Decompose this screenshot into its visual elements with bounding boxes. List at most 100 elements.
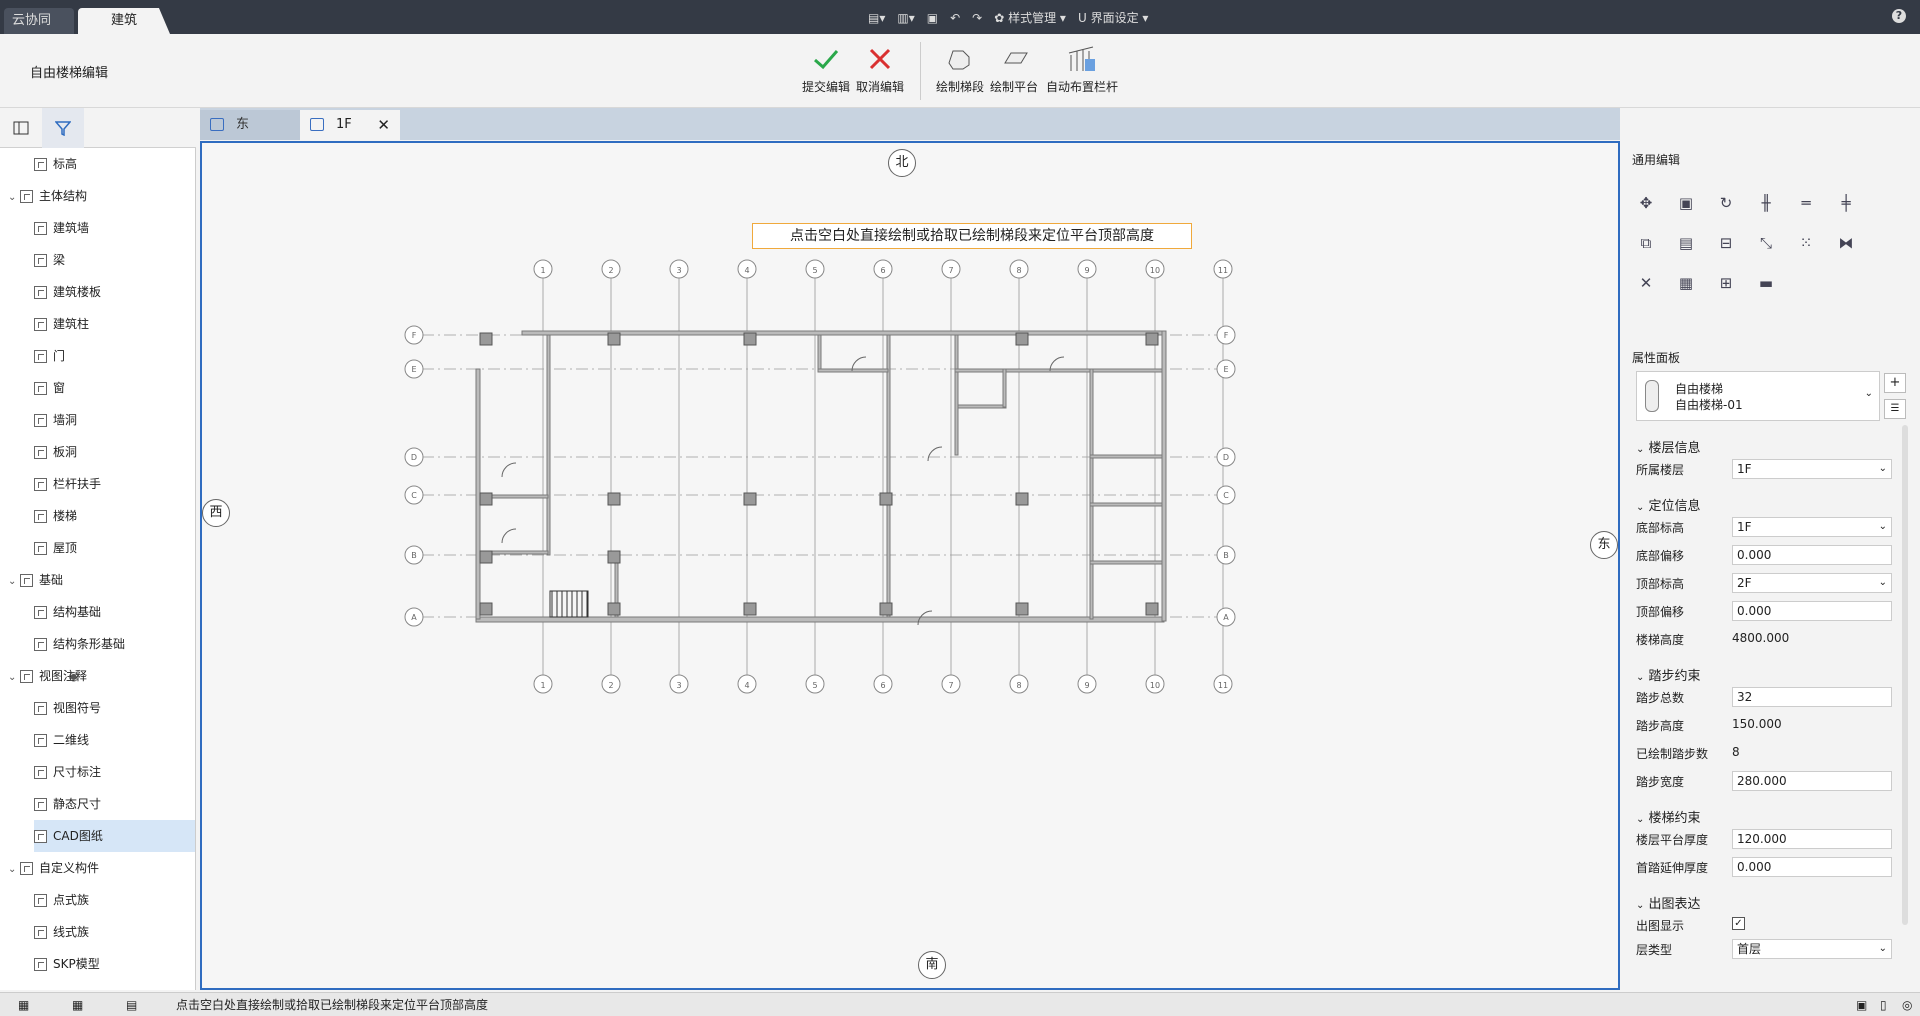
layer-icon — [34, 766, 47, 779]
group-step_constraint[interactable]: ⌄ 踏步约束 — [1636, 665, 1701, 684]
tree-item[interactable]: 梁 — [34, 244, 65, 276]
style-manage-menu[interactable]: ✿ 样式管理 ▾ — [994, 9, 1066, 26]
tree-item[interactable]: 线式族 — [34, 916, 89, 948]
scale-icon[interactable]: ⤡ — [1754, 231, 1778, 255]
open-file-icon[interactable]: ▥▾ — [897, 11, 914, 25]
copy-icon[interactable]: ▣ — [1674, 191, 1698, 215]
tree-item[interactable]: CAD图纸◉ — [34, 820, 195, 852]
tree-group[interactable]: ⌄ 视图注释 ◉ — [8, 660, 87, 692]
tree-group[interactable]: ⌄ 主体结构 — [8, 180, 87, 212]
table-icon[interactable]: ▤ — [126, 993, 137, 1016]
select-layer_type[interactable]: 首层 ⌄ — [1732, 939, 1892, 959]
mirror-icon[interactable]: ⧓ — [1834, 231, 1858, 255]
tree-item[interactable]: 栏杆扶手 — [34, 468, 101, 500]
input-top_offset[interactable]: 0.000 — [1732, 601, 1892, 621]
type-settings-button[interactable]: ☰ — [1884, 399, 1906, 419]
cancel-edit-button[interactable]: 取消编辑 — [850, 40, 910, 95]
tree-item[interactable]: 静态尺寸 — [34, 788, 101, 820]
tree-group[interactable]: ⌄ 基础 — [8, 564, 63, 596]
tree-item[interactable]: 门 — [34, 340, 65, 372]
tree-group[interactable]: ⌄ 自定义构件 — [8, 852, 99, 884]
save-icon[interactable]: ▣ — [927, 11, 938, 25]
show-drawing-checkbox[interactable]: ✓ — [1732, 917, 1745, 930]
tree-item[interactable]: 结构基础 — [34, 596, 101, 628]
select-base_level[interactable]: 1F ⌄ — [1732, 517, 1892, 537]
tree-item[interactable]: 尺寸标注 — [34, 756, 101, 788]
group-floor_info[interactable]: ⌄ 楼层信息 — [1636, 437, 1701, 456]
settings-icon[interactable]: ◎ — [1902, 993, 1912, 1016]
axis-label: 6 — [880, 681, 885, 690]
draw-flight-button[interactable]: 绘制梯段 — [930, 40, 990, 95]
undo-icon[interactable]: ↶ — [950, 11, 960, 25]
help-icon[interactable]: ? — [1892, 9, 1906, 23]
offset-icon[interactable]: ╪ — [1834, 191, 1858, 215]
add-type-button[interactable]: + — [1884, 373, 1906, 393]
draw-platform-button[interactable]: 绘制平台 — [984, 40, 1044, 95]
move-icon[interactable]: ✥ — [1634, 191, 1658, 215]
type-selector[interactable]: 自由楼梯 自由楼梯-01 ⌄ — [1636, 371, 1880, 421]
mirror-panel-icon[interactable]: ▤ — [1674, 231, 1698, 255]
pattern-icon[interactable]: ⁙ — [1794, 231, 1818, 255]
drawing-canvas[interactable]: 点击空白处直接绘制或拾取已绘制梯段来定位平台顶部高度 北 南 西 东 11223… — [200, 141, 1620, 990]
floor-plan[interactable]: 11223344556677889910101111F FE ED DC CB BA A — [202, 143, 1618, 988]
chevron-down-icon[interactable]: ⌄ — [8, 566, 20, 598]
ui-settings-menu[interactable]: U 界面设定 ▾ — [1078, 9, 1148, 26]
input-base_offset[interactable]: 0.000 — [1732, 545, 1892, 565]
doc-icon[interactable]: ▯ — [1880, 993, 1887, 1016]
scrollbar[interactable] — [1902, 425, 1908, 925]
submit-edit-button[interactable]: 提交编辑 — [796, 40, 856, 95]
input-landing_thick[interactable]: 120.000 — [1732, 829, 1892, 849]
chevron-down-icon[interactable]: ⌄ — [8, 182, 20, 214]
tree-item[interactable]: 墙洞 — [34, 404, 77, 436]
group-stair_constraint[interactable]: ⌄ 楼梯约束 — [1636, 807, 1701, 826]
tree-item[interactable]: 建筑柱 — [34, 308, 89, 340]
group-drawing[interactable]: ⌄ 出图表达 — [1636, 893, 1701, 912]
tree-item[interactable]: 二维线 — [34, 724, 89, 756]
split-icon[interactable]: ╫ — [1754, 191, 1778, 215]
tree-item[interactable]: 点式族 — [34, 884, 89, 916]
new-file-icon[interactable]: ▤▾ — [868, 11, 885, 25]
auto-railing-button[interactable]: 自动布置栏杆 — [1044, 40, 1120, 95]
layout-grid2-icon[interactable]: ▦ — [72, 993, 83, 1016]
axis-label: 6 — [880, 266, 885, 275]
tab-view-1f[interactable]: 1F ✕ — [300, 110, 400, 140]
tab-view-east[interactable]: 东 — [200, 110, 300, 140]
layer-icon — [34, 254, 47, 267]
align-icon[interactable]: ═ — [1794, 191, 1818, 215]
trim-icon[interactable]: ⊟ — [1714, 231, 1738, 255]
input-first_ext[interactable]: 0.000 — [1732, 857, 1892, 877]
panel-toggle-icon[interactable] — [0, 108, 42, 148]
tree-item[interactable]: SKP模型 — [34, 948, 100, 980]
door-swing — [501, 462, 517, 478]
redo-icon[interactable]: ↷ — [972, 11, 982, 25]
tree-item[interactable]: 板洞 — [34, 436, 77, 468]
group-position_info[interactable]: ⌄ 定位信息 — [1636, 495, 1701, 514]
extend-icon[interactable]: ⊞ — [1714, 271, 1738, 295]
tree-item[interactable]: 结构条形基础 — [34, 628, 125, 660]
measure-icon[interactable]: ▬ — [1754, 271, 1778, 295]
chevron-down-icon[interactable]: ⌄ — [8, 854, 20, 886]
input-step_width[interactable]: 280.000 — [1732, 771, 1892, 791]
select-top_level[interactable]: 2F ⌄ — [1732, 573, 1892, 593]
tree-item[interactable]: 建筑墙 — [34, 212, 89, 244]
layout-grid-icon[interactable]: ▦ — [18, 993, 29, 1016]
tab-architecture[interactable]: 建筑 — [78, 8, 170, 34]
grid-icon[interactable]: ▦ — [1674, 271, 1698, 295]
rotate-icon[interactable]: ↻ — [1714, 191, 1738, 215]
tree-item[interactable]: 标高 — [34, 148, 77, 180]
tree-item[interactable]: 楼梯 — [34, 500, 77, 532]
tree-item[interactable]: 建筑楼板 — [34, 276, 101, 308]
select-floor[interactable]: 1F ⌄ — [1732, 459, 1892, 479]
input-step_total[interactable]: 32 — [1732, 687, 1892, 707]
array-icon[interactable]: ⧉ — [1634, 231, 1658, 255]
tree-item[interactable]: 屋顶 — [34, 532, 77, 564]
tree-item[interactable]: 视图符号 — [34, 692, 101, 724]
filter-icon[interactable] — [42, 108, 84, 148]
panel-icon[interactable]: ▣ — [1856, 993, 1867, 1016]
close-icon[interactable]: ✕ — [377, 110, 390, 140]
delete-icon[interactable]: ✕ — [1634, 271, 1658, 295]
chevron-down-icon[interactable]: ⌄ — [8, 662, 20, 694]
eye-icon[interactable]: ◉ — [69, 660, 79, 692]
tree-item[interactable]: 窗 — [34, 372, 65, 404]
tab-cloud-collab[interactable]: 云协同 — [4, 8, 74, 34]
